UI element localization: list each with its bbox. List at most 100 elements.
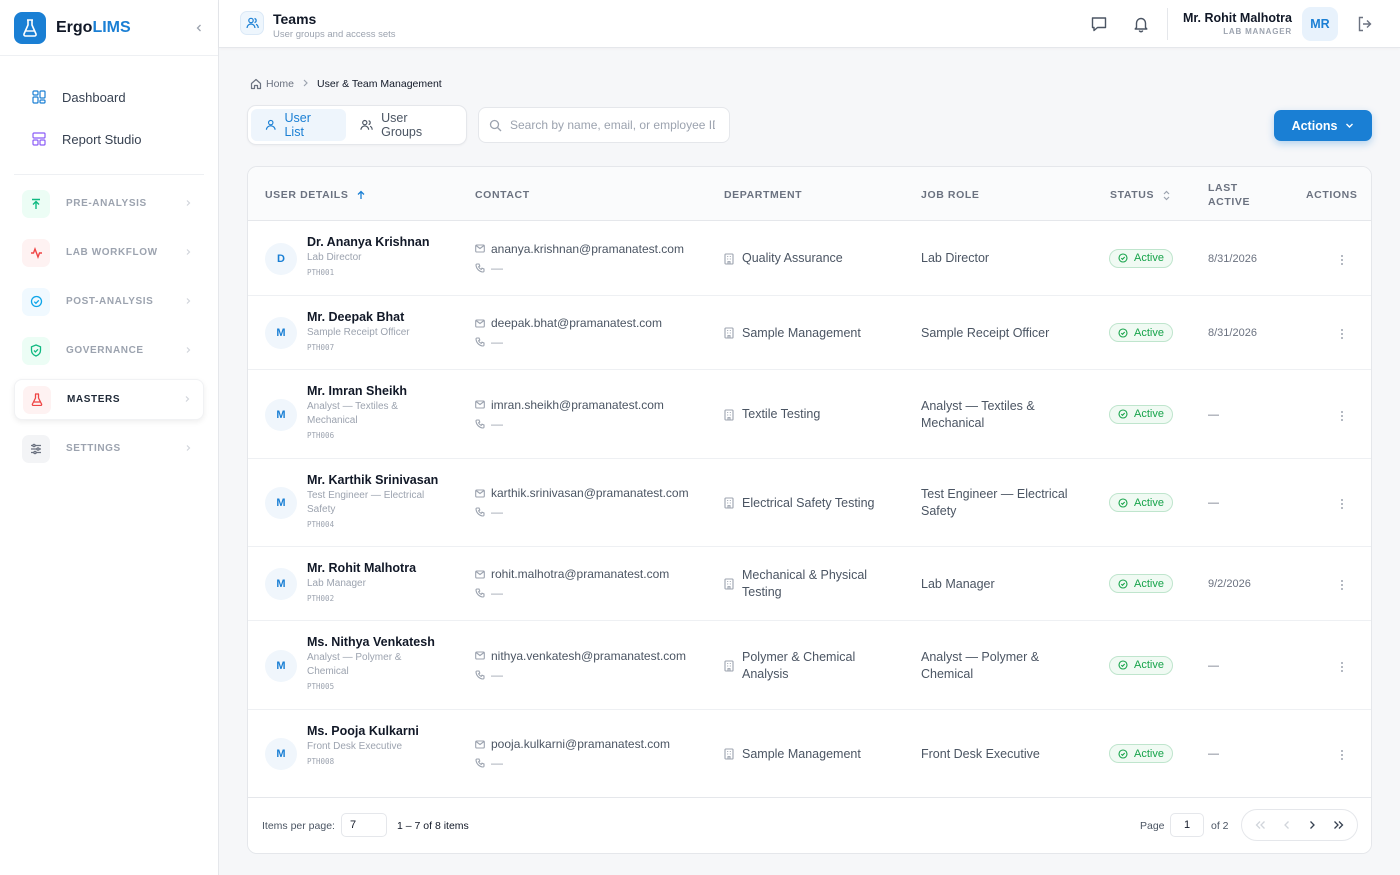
view-tabs: User List User Groups [247,105,467,145]
sidebar-item-label: Report Studio [62,131,142,147]
activity-icon [22,238,50,267]
email[interactable]: deepak.bhat@pramanatest.com [475,316,662,330]
job-role: Analyst — Textiles & Mechanical [921,398,1035,430]
chevron-right-icon [1310,821,1316,829]
user-name[interactable]: Mr. Karthik Srinivasan [307,473,442,487]
sidebar: ErgoLIMS Dashboard Report Studio PRE-ANA… [0,0,219,875]
phone-icon [475,588,485,598]
user-name[interactable]: Dr. Ananya Krishnan [307,235,442,249]
sidebar-section-pre-analysis[interactable]: PRE-ANALYSIS [14,183,204,224]
user-name[interactable]: Ms. Pooja Kulkarni [307,724,442,738]
header-status[interactable]: STATUS [1110,189,1171,201]
employee-id: PTH004 [307,520,335,529]
tab-user-groups[interactable]: User Groups [346,109,463,141]
collapse-sidebar-button[interactable] [194,20,204,36]
row-actions-button[interactable] [1340,327,1344,345]
user-name[interactable]: Ms. Nithya Venkatesh [307,635,442,649]
email[interactable]: nithya.venkatesh@pramanatest.com [475,649,686,663]
home-icon [250,78,262,90]
user-name[interactable]: Mr. Imran Sheikh [307,384,442,398]
user-name[interactable]: Mr. Rohit Malhotra [307,561,442,575]
header-user-details[interactable]: USER DETAILS [265,189,366,201]
contact: ananya.krishnan@pramanatest.com — [475,242,684,275]
table-row[interactable]: M Mr. Imran Sheikh Analyst — Textiles & Me… [248,370,1371,459]
row-actions-button[interactable] [1340,253,1344,271]
avatar: M [265,649,297,682]
email[interactable]: ananya.krishnan@pramanatest.com [475,242,684,256]
email[interactable]: pooja.kulkarni@pramanatest.com [475,737,670,751]
user-role: LAB MANAGER [1223,27,1292,36]
items-per-page-input[interactable]: 7 [341,813,387,837]
sidebar-section-label: SETTINGS [66,443,121,454]
check-circle-icon [1118,409,1128,419]
sidebar-section-label: POST-ANALYSIS [66,296,154,307]
department: Textile Testing [724,398,904,432]
row-actions-button[interactable] [1340,748,1344,766]
page-title: Teams [273,11,317,27]
phone-icon [475,262,485,273]
table-row[interactable]: M Mr. Rohit Malhotra Lab Manager PTH002 rohi… [248,547,1371,621]
phone: — [475,261,684,275]
table-row[interactable]: M Mr. Karthik Srinivasan Test Engineer — E… [248,459,1371,547]
sidebar-section-governance[interactable]: GOVERNANCE [14,330,204,371]
first-page-button[interactable] [1251,815,1271,835]
pager [1241,809,1358,841]
bell-icon[interactable] [1132,15,1150,38]
next-page-button[interactable] [1302,815,1322,835]
email[interactable]: rohit.malhotra@pramanatest.com [475,567,669,581]
employee-id: PTH005 [307,682,335,691]
contact: rohit.malhotra@pramanatest.com — [475,567,669,600]
page-input[interactable]: 1 [1170,813,1204,837]
tab-user-list[interactable]: User List [251,109,346,141]
prev-page-button[interactable] [1277,815,1297,835]
user-name[interactable]: Mr. Deepak Bhat [307,310,442,324]
nav-top: Dashboard Report Studio [0,56,218,168]
email[interactable]: karthik.srinivasan@pramanatest.com [475,486,689,500]
row-actions-button[interactable] [1340,497,1344,515]
more-vertical-icon [1341,329,1343,339]
sidebar-section-post-analysis[interactable]: POST-ANALYSIS [14,281,204,322]
nav-sections: PRE-ANALYSIS LAB WORKFLOW POST-ANALYSIS … [0,183,218,469]
chevron-right-icon [184,345,192,357]
phone-icon [475,507,485,517]
page-total: of 2 [1211,820,1229,832]
breadcrumb-home[interactable]: Home [266,78,294,90]
logout-icon[interactable] [1356,15,1374,38]
row-actions-button[interactable] [1340,409,1344,427]
phone: — [475,417,664,431]
last-page-button[interactable] [1328,815,1348,835]
table-row[interactable]: M Mr. Deepak Bhat Sample Receipt Officer PT… [248,296,1371,370]
email[interactable]: imran.sheikh@pramanatest.com [475,398,664,412]
check-circle-icon [1118,497,1128,508]
table-row[interactable]: D Dr. Ananya Krishnan Lab Director PTH001 an… [248,221,1371,296]
row-actions-button[interactable] [1340,660,1344,678]
sidebar-section-masters[interactable]: MASTERS [14,379,204,420]
status-badge: Active [1109,404,1173,425]
last-active: — [1208,659,1219,672]
user-avatar[interactable]: MR [1302,7,1338,41]
page-label: Page [1140,820,1165,832]
contact: imran.sheikh@pramanatest.com — [475,398,664,431]
last-active: — [1208,408,1219,421]
table-row[interactable]: M Ms. Pooja Kulkarni Front Desk Executive P… [248,710,1371,798]
sidebar-section-settings[interactable]: SETTINGS [14,428,204,469]
building-icon [724,252,734,265]
sidebar-section-lab-workflow[interactable]: LAB WORKFLOW [14,232,204,273]
status-badge: Active [1109,493,1173,513]
more-vertical-icon [1341,254,1343,265]
job-role: Analyst — Polymer & Chemical [921,649,1040,681]
row-actions-button[interactable] [1340,578,1344,596]
sidebar-item-dashboard[interactable]: Dashboard [14,76,204,118]
chevron-right-icon [184,296,192,308]
sidebar-section-label: MASTERS [67,394,121,405]
table-row[interactable]: M Ms. Nithya Venkatesh Analyst — Polymer &… [248,621,1371,710]
phone: — [475,505,689,519]
message-icon[interactable] [1090,15,1108,38]
header-last-active: LAST ACTIVE [1208,182,1251,208]
actions-button[interactable]: Actions [1274,110,1372,141]
user-role: Analyst — Polymer & Chemical [307,652,402,677]
sidebar-item-report-studio[interactable]: Report Studio [14,118,204,160]
contact: deepak.bhat@pramanatest.com — [475,316,662,349]
user-role: Lab Director [307,252,362,263]
search-input[interactable] [510,118,715,132]
